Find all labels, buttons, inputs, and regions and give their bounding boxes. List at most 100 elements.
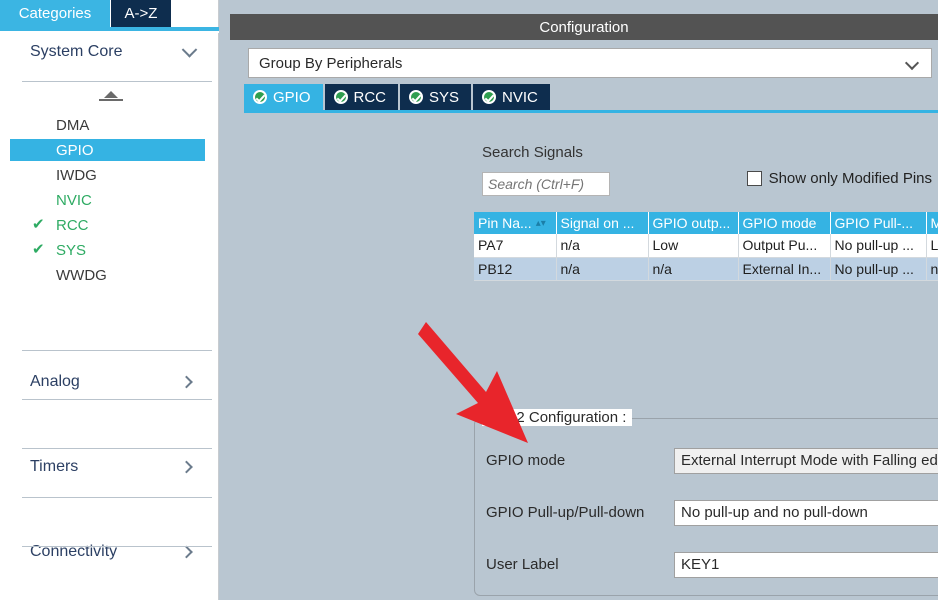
sidebar-divider: [22, 81, 212, 82]
sidebar-divider: [22, 448, 212, 449]
table-cell[interactable]: n/a: [556, 234, 648, 257]
chevron-right-icon: [180, 376, 193, 389]
field-label-2: User Label: [486, 552, 559, 578]
sidebar-tab-a-to-z-label: A->Z: [125, 5, 158, 22]
user-label-input[interactable]: KEY1: [674, 552, 938, 578]
check-circle-icon: [482, 90, 496, 104]
field-label-0: GPIO mode: [486, 448, 565, 474]
sidebar-divider: [22, 350, 212, 351]
sidebar: Categories A->Z System Core DMA GPIO IWDG N…: [0, 0, 219, 600]
pin-table-header-label: Signal on ...: [561, 215, 635, 231]
tab-rcc[interactable]: RCC: [325, 84, 399, 110]
sidebar-item-label: WWDG: [56, 267, 107, 284]
tab-label: SYS: [429, 89, 459, 106]
table-cell[interactable]: External In...: [738, 257, 830, 280]
sidebar-tab-categories[interactable]: Categories: [0, 0, 110, 27]
pin-table-header-label: Maximum ...: [931, 215, 938, 231]
check-circle-icon: [409, 90, 423, 104]
tab-gpio[interactable]: GPIO: [244, 84, 323, 110]
table-cell[interactable]: No pull-up ...: [830, 257, 926, 280]
scroll-up-icon-base: [99, 99, 123, 101]
sidebar-item-nvic[interactable]: NVIC: [0, 189, 219, 211]
sidebar-group-system-core-label: System Core: [30, 43, 122, 61]
sidebar-item-sys[interactable]: ✔SYS: [0, 239, 219, 261]
group-by-select-value: Group By Peripherals: [259, 55, 402, 72]
sidebar-item-rcc[interactable]: ✔ RCC: [0, 214, 219, 236]
field-value: External Interrupt Mode with Falling edg…: [681, 452, 938, 469]
table-cell[interactable]: n/a: [648, 257, 738, 280]
sidebar-item-dma[interactable]: DMA: [0, 114, 219, 136]
group-by-select[interactable]: Group By Peripherals: [248, 48, 932, 78]
sidebar-item-wwdg[interactable]: WWDG: [0, 264, 219, 286]
sidebar-item-label: RCC: [56, 217, 89, 234]
table-cell[interactable]: Output Pu...: [738, 234, 830, 257]
pin-table-header-label: GPIO mode: [743, 215, 817, 231]
app-root: Categories A->Z System Core DMA GPIO IWDG N…: [0, 0, 938, 600]
sidebar-item-label: GPIO: [56, 142, 94, 159]
chevron-down-icon: [905, 56, 919, 70]
field-value: KEY1: [681, 556, 719, 573]
tab-label: NVIC: [502, 89, 538, 106]
table-cell[interactable]: PB12: [474, 257, 556, 280]
checkbox-unchecked-icon: [747, 171, 762, 186]
pin-table-header-0[interactable]: Pin Na... ▴▾: [474, 212, 556, 234]
tab-label: RCC: [354, 89, 387, 106]
sidebar-divider: [22, 497, 212, 498]
sidebar-tab-categories-label: Categories: [19, 5, 92, 22]
check-circle-icon: [253, 90, 267, 104]
tab-sys[interactable]: SYS: [400, 84, 471, 110]
field-select-1[interactable]: No pull-up and no pull-down: [674, 500, 938, 526]
chevron-down-icon: [182, 42, 198, 58]
sidebar-item-label: IWDG: [56, 167, 97, 184]
table-row[interactable]: PA7n/aLowOutput Pu...No pull-up ...LowGR…: [474, 234, 938, 257]
sidebar-item-gpio[interactable]: GPIO: [10, 139, 205, 161]
table-cell[interactable]: No pull-up ...: [830, 234, 926, 257]
peripheral-tabbar: GPIO RCC SYS NVIC: [244, 84, 552, 110]
sidebar-group-analog[interactable]: Analog: [0, 364, 219, 400]
configuration-title-bar: Configuration: [230, 14, 938, 40]
show-only-modified-pins-label: Show only Modified Pins: [769, 170, 932, 187]
field-select-0[interactable]: External Interrupt Mode with Falling edg…: [674, 448, 938, 474]
table-cell[interactable]: Low: [926, 234, 938, 257]
show-only-modified-pins-checkbox[interactable]: Show only Modified Pins: [747, 170, 932, 187]
page-title: Configuration: [539, 19, 628, 36]
sidebar-group-connectivity[interactable]: Connectivity: [0, 534, 219, 570]
sidebar-peripheral-list: DMA GPIO IWDG NVIC ✔ RCC ✔SYS WWDG: [0, 114, 219, 286]
pin-table-header-5[interactable]: Maximum ...: [926, 212, 938, 234]
pin-table-header-3[interactable]: GPIO mode: [738, 212, 830, 234]
sidebar-tab-a-to-z[interactable]: A->Z: [111, 0, 171, 27]
field-value: No pull-up and no pull-down: [681, 504, 868, 521]
sidebar-group-system-core[interactable]: System Core: [0, 34, 219, 70]
pin-table-body: PA7n/aLowOutput Pu...No pull-up ...LowGR…: [474, 234, 938, 280]
pin-table-header-2[interactable]: GPIO outp...: [648, 212, 738, 234]
sort-arrows-icon[interactable]: ▴▾: [536, 219, 546, 229]
check-icon: ✔: [32, 218, 46, 232]
sidebar-group-analog-label: Analog: [30, 373, 80, 391]
sidebar-group-timers[interactable]: Timers: [0, 449, 219, 485]
table-row[interactable]: PB12n/an/aExternal In...No pull-up ...n/…: [474, 257, 938, 280]
configuration-panel: Configuration Group By Peripherals GPIO R…: [230, 0, 938, 600]
sidebar-item-iwdg[interactable]: IWDG: [0, 164, 219, 186]
sidebar-item-label: SYS: [56, 242, 86, 259]
sidebar-divider: [22, 546, 212, 547]
table-cell[interactable]: Low: [648, 234, 738, 257]
table-cell[interactable]: PA7: [474, 234, 556, 257]
scroll-up-icon[interactable]: [104, 91, 118, 98]
field-label-1: GPIO Pull-up/Pull-down: [486, 500, 644, 526]
pin-table-header-row: Pin Na... ▴▾ Signal on ... GPIO outp... GPIO…: [474, 212, 938, 234]
table-cell[interactable]: n/a: [926, 257, 938, 280]
sidebar-item-label: NVIC: [56, 192, 92, 209]
pin-configuration-legend: PB12 Configuration :: [482, 409, 632, 426]
pin-table-header-label: GPIO outp...: [653, 215, 731, 231]
pin-table-header-label: Pin Na...: [478, 215, 532, 231]
chevron-right-icon: [180, 546, 193, 559]
tab-label: GPIO: [273, 89, 311, 106]
peripheral-tabbar-underline: [244, 110, 938, 113]
tab-nvic[interactable]: NVIC: [473, 84, 550, 110]
table-cell[interactable]: n/a: [556, 257, 648, 280]
pin-table-header-1[interactable]: Signal on ...: [556, 212, 648, 234]
sidebar-tab-underline-gap: [0, 31, 219, 33]
pin-table-header-4[interactable]: GPIO Pull-...: [830, 212, 926, 234]
pin-table-header-label: GPIO Pull-...: [835, 215, 914, 231]
search-input[interactable]: [482, 172, 610, 196]
